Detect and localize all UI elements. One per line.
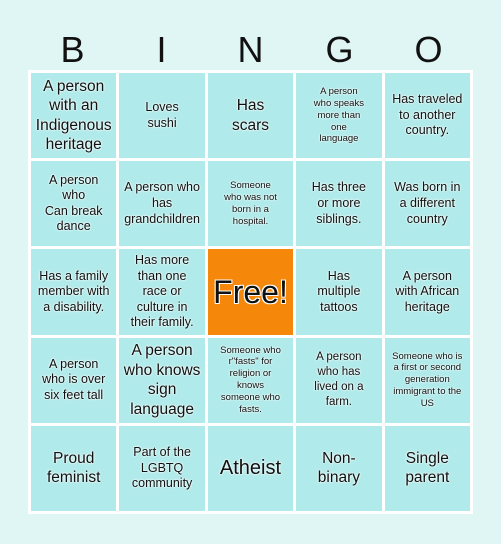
bingo-grid: A person with an Indigenous heritage Lov… <box>28 70 473 514</box>
bingo-cell[interactable]: A person who speaks more than one langua… <box>296 73 382 159</box>
bingo-cell[interactable]: Has scars <box>207 73 294 159</box>
free-space-cell[interactable]: Free! <box>207 249 294 335</box>
bingo-cell[interactable]: Has traveled to another country. <box>384 73 470 159</box>
bingo-cell[interactable]: Non- binary <box>296 425 382 511</box>
header-letter-n: N <box>237 29 264 70</box>
bingo-header: B I N G O <box>28 30 473 70</box>
bingo-cell[interactable]: Has multiple tattoos <box>296 249 382 335</box>
bingo-cell[interactable]: A person who knows sign language <box>119 337 205 423</box>
bingo-cell[interactable]: Has more than one race or culture in the… <box>119 249 205 335</box>
header-letter-g: G <box>325 29 354 70</box>
bingo-cell[interactable]: A person with an Indigenous heritage <box>31 73 117 159</box>
bingo-cell[interactable]: Was born in a different country <box>384 161 470 247</box>
bingo-cell[interactable]: Someone who was not born in a hospital. <box>207 161 294 247</box>
header-letter-b: B <box>60 29 85 70</box>
bingo-cell[interactable]: Someone who r"fasts" for religion or kno… <box>207 337 294 423</box>
bingo-cell[interactable]: Proud feminist <box>31 425 117 511</box>
bingo-cell[interactable]: Part of the LGBTQ community <box>119 425 205 511</box>
header-letter-o: O <box>414 29 443 70</box>
bingo-cell[interactable]: A person who Can break dance <box>31 161 117 247</box>
bingo-cell[interactable]: Loves sushi <box>119 73 205 159</box>
bingo-cell[interactable]: Has a family member with a disability. <box>31 249 117 335</box>
bingo-cell[interactable]: A person who has lived on a farm. <box>296 337 382 423</box>
bingo-cell[interactable]: Single parent <box>384 425 470 511</box>
bingo-cell[interactable]: Someone who is a first or second generat… <box>384 337 470 423</box>
bingo-cell[interactable]: A person who is over six feet tall <box>31 337 117 423</box>
header-letter-i: I <box>156 29 167 70</box>
bingo-cell[interactable]: Atheist <box>207 425 294 511</box>
bingo-cell[interactable]: A person with African heritage <box>384 249 470 335</box>
bingo-cell[interactable]: Has three or more siblings. <box>296 161 382 247</box>
bingo-cell[interactable]: A person who has grandchildren <box>119 161 205 247</box>
